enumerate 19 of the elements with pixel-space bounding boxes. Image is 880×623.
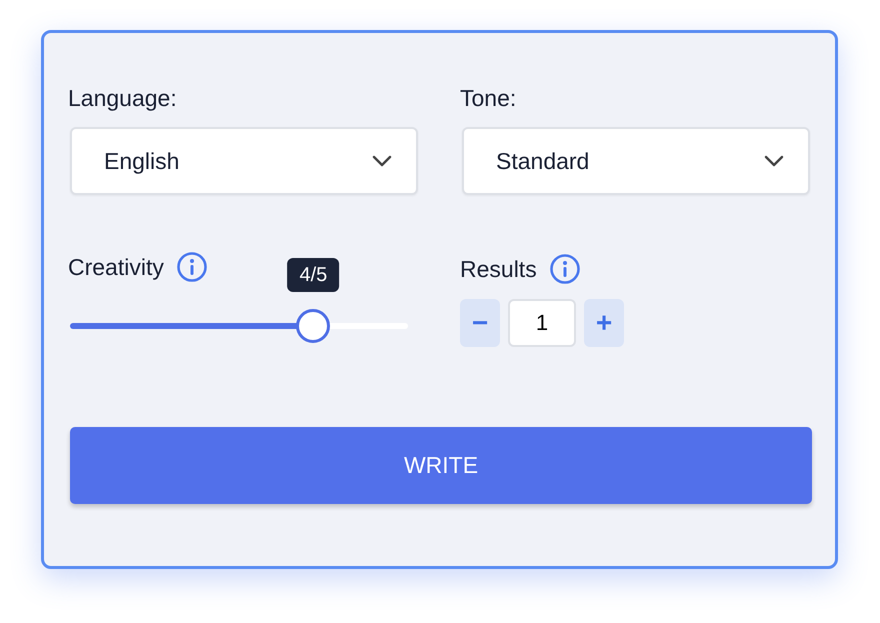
language-dropdown[interactable]: English xyxy=(70,127,418,195)
increment-button[interactable]: + xyxy=(584,299,624,347)
slider-tooltip: 4/5 xyxy=(287,258,340,292)
dropdown-value: Standard xyxy=(496,146,590,176)
slider-track[interactable] xyxy=(70,323,408,329)
tone-dropdown[interactable]: Standard xyxy=(462,127,810,195)
chevron-down-icon xyxy=(372,155,392,167)
language-label: Language: xyxy=(68,84,178,113)
info-icon[interactable] xyxy=(176,251,208,283)
results-label: Results xyxy=(460,255,537,284)
decrement-button[interactable]: − xyxy=(460,299,500,347)
dropdown-value: English xyxy=(104,146,180,176)
slider-thumb[interactable] xyxy=(296,309,330,343)
tone-label: Tone: xyxy=(460,84,518,113)
chevron-down-icon xyxy=(764,155,784,167)
write-button[interactable]: WRITE xyxy=(70,427,812,504)
creativity-label: Creativity xyxy=(68,253,164,282)
info-icon[interactable] xyxy=(548,253,581,285)
quantity-field[interactable]: 1 xyxy=(508,299,576,347)
